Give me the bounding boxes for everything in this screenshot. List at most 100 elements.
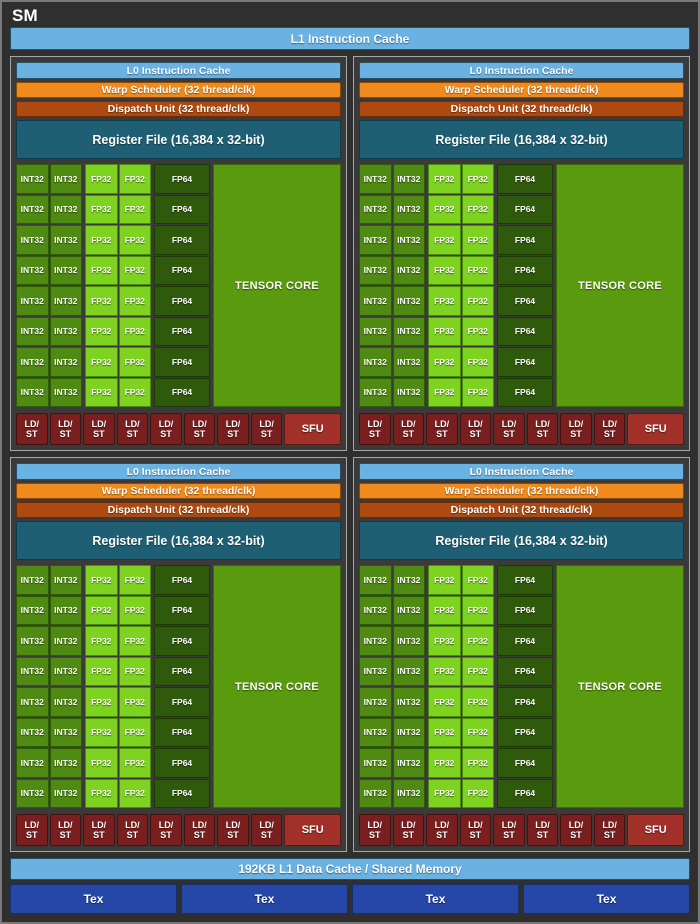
load-store-unit: LD/ST [150,413,182,445]
load-store-label-line2: ST [26,830,38,840]
core-row: FP32 FP32 [428,225,494,255]
fp64-core: FP64 [497,778,553,808]
fp64-core: FP64 [497,717,553,747]
int32-core-group: INT32 INT32 INT32 INT32 INT32 INT32 INT32 INT32… [359,164,425,407]
fp64-core: FP64 [497,164,553,194]
load-store-unit: LD/ST [426,413,458,445]
load-store-unit: LD/ST [526,413,559,445]
load-store-label-line2: ST [536,429,549,439]
core-row: INT32 INT32 [359,316,425,346]
core-row: INT32 INT32 [359,286,425,316]
core-row: INT32 INT32 [16,565,82,595]
load-store-label-line2: ST [402,830,415,840]
int32-core: INT32 [359,347,392,377]
int32-core: INT32 [359,377,392,407]
int32-core: INT32 [359,748,392,778]
int32-core: INT32 [359,595,392,625]
core-row: INT32 INT32 [359,687,425,717]
fp32-core: FP32 [461,164,494,194]
load-store-label-line2: ST [603,429,616,439]
fp32-core: FP32 [85,748,118,778]
core-row: FP32 FP32 [85,656,151,686]
fp32-core: FP32 [118,595,151,625]
load-store-unit: LD/ST [183,814,216,846]
fp64-core: FP64 [497,626,553,656]
load-store-label-line1: LD/ [434,820,450,830]
fp64-core: FP64 [154,286,210,316]
fp32-core: FP32 [461,656,494,686]
fp32-core: FP32 [428,225,461,255]
load-store-label-line2: ST [369,830,381,840]
core-row: FP64 [497,377,553,407]
fp64-core: FP64 [154,316,210,346]
load-store-unit: LD/ST [116,413,149,445]
l1-data-cache-shared-memory: 192KB L1 Data Cache / Shared Memory [10,858,690,880]
fp32-core: FP32 [461,316,494,346]
fp64-core: FP64 [497,194,553,224]
int32-core: INT32 [49,595,82,625]
core-row: FP32 FP32 [428,717,494,747]
l0-instruction-cache: L0 Instruction Cache [16,463,341,480]
core-row: FP32 FP32 [428,778,494,808]
load-store-unit: LD/ST [493,814,525,846]
fp32-core: FP32 [85,717,118,747]
int32-core: INT32 [359,286,392,316]
load-store-row: LD/ST LD/ST LD/ST LD/ST LD/ST LD/ST LD/ST LD/ST… [16,814,342,846]
int32-core: INT32 [16,595,49,625]
fp32-core: FP32 [461,377,494,407]
fp32-core: FP32 [118,194,151,224]
fp32-core: FP32 [428,347,461,377]
fp64-core: FP64 [497,316,553,346]
core-row: FP64 [497,778,553,808]
fp32-core: FP32 [461,748,494,778]
core-row: FP32 FP32 [85,316,151,346]
int32-core: INT32 [16,717,49,747]
core-row: INT32 INT32 [359,377,425,407]
int32-core: INT32 [16,164,49,194]
fp32-core: FP32 [461,626,494,656]
load-store-unit: LD/ST [526,814,559,846]
load-store-unit: LD/ST [217,814,249,846]
warp-scheduler: Warp Scheduler (32 thread/clk) [16,82,341,98]
fp32-core: FP32 [428,717,461,747]
load-store-unit: LD/ST [426,814,458,846]
int32-core: INT32 [49,347,82,377]
special-function-unit: SFU [284,413,342,445]
dispatch-unit: Dispatch Unit (32 thread/clk) [359,502,684,518]
fp32-core: FP32 [85,225,118,255]
core-row: FP32 FP32 [85,255,151,285]
register-file: Register File (16,384 x 32-bit) [16,521,341,560]
fp32-core: FP32 [118,316,151,346]
int32-core: INT32 [392,565,425,595]
load-store-label-line1: LD/ [468,419,483,429]
core-row: INT32 INT32 [359,225,425,255]
fp32-core: FP32 [461,194,494,224]
load-store-label-line2: ST [193,429,206,439]
load-store-label-line2: ST [93,830,105,840]
int32-core-group: INT32 INT32 INT32 INT32 INT32 INT32 INT32 INT32… [16,164,82,407]
fp64-core: FP64 [497,255,553,285]
load-store-label-line2: ST [469,830,482,840]
core-row: INT32 INT32 [16,626,82,656]
load-store-label-line1: LD/ [24,419,40,429]
load-store-label-line2: ST [59,830,72,840]
load-store-label-line1: LD/ [225,820,241,830]
texture-unit-3: Tex [523,884,690,914]
int32-core: INT32 [392,717,425,747]
fp64-core: FP64 [497,656,553,686]
core-row: FP32 FP32 [428,164,494,194]
core-row: FP32 FP32 [85,778,151,808]
core-row: INT32 INT32 [359,565,425,595]
int32-core: INT32 [392,656,425,686]
load-store-label-line2: ST [126,830,139,840]
int32-core: INT32 [392,194,425,224]
tensor-core: TENSOR CORE [556,565,684,808]
fp32-core: FP32 [428,748,461,778]
fp64-core: FP64 [497,595,553,625]
load-store-row: LD/ST LD/ST LD/ST LD/ST LD/ST LD/ST LD/ST LD/ST… [16,413,342,445]
load-store-label-line1: LD/ [158,419,174,429]
warp-scheduler: Warp Scheduler (32 thread/clk) [359,483,684,499]
fp32-core: FP32 [428,164,461,194]
l1-instruction-cache: L1 Instruction Cache [10,27,690,50]
load-store-unit: LD/ST [83,814,115,846]
